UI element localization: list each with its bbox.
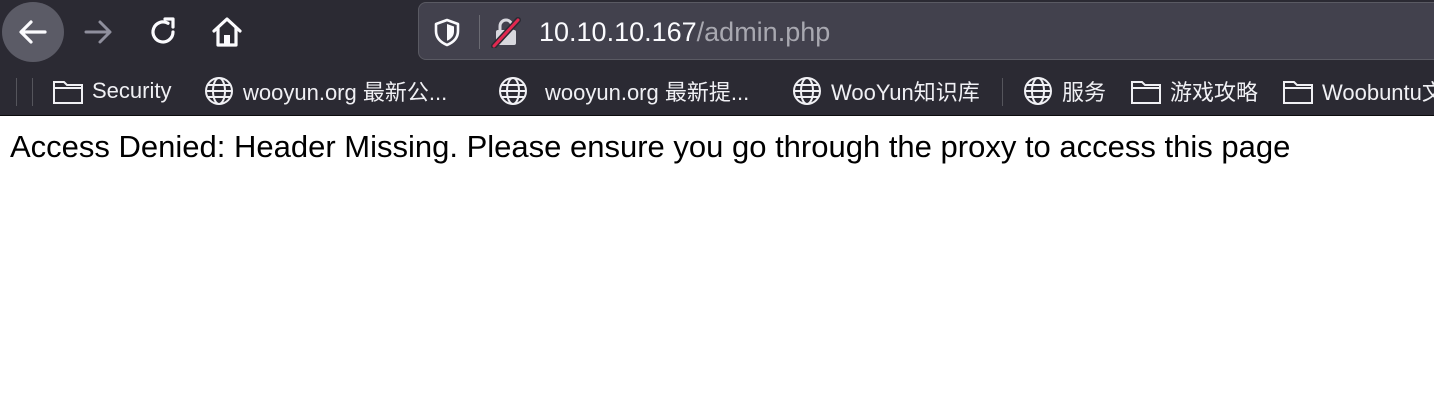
globe-icon — [1024, 77, 1052, 105]
address-bar[interactable]: 10.10.10.167/admin.php — [418, 2, 1434, 60]
bookmark-services[interactable]: 服务 — [1022, 76, 1106, 106]
bookmarks-separator — [32, 78, 33, 106]
bookmark-label: 服务 — [1062, 80, 1107, 105]
bookmark-wooyun-latest-public[interactable]: wooyun.org 最新公... — [203, 76, 447, 106]
bookmark-label: wooyun.org 最新公... — [243, 80, 448, 105]
bookmark-folder-security[interactable]: Security — [52, 76, 171, 106]
bookmark-wooyun-latest-submit[interactable]: wooyun.org 最新提... — [497, 76, 749, 106]
urlbar-separator — [479, 15, 480, 49]
forward-button[interactable] — [72, 0, 126, 64]
browser-toolbar: 10.10.10.167/admin.php — [0, 0, 1434, 66]
home-button[interactable] — [200, 0, 254, 64]
tracking-shield-icon[interactable] — [433, 17, 461, 47]
url-host: 10.10.10.167 — [539, 17, 697, 47]
insecure-lock-icon[interactable] — [491, 16, 521, 48]
bookmarks-separator — [16, 78, 17, 106]
bookmark-label: Woobuntu文 — [1322, 80, 1434, 105]
folder-icon — [53, 81, 83, 104]
bookmark-folder-woobuntu[interactable]: Woobuntu文 — [1282, 76, 1434, 106]
bookmarks-separator — [1002, 78, 1003, 106]
bookmarks-toolbar: Security wooyun.org 最新公... wooyun.org 最新… — [0, 66, 1434, 116]
globe-icon — [205, 77, 233, 105]
globe-icon — [499, 77, 527, 105]
back-button[interactable] — [2, 2, 64, 62]
reload-button[interactable] — [136, 0, 190, 64]
url-text[interactable]: 10.10.10.167/admin.php — [539, 17, 830, 47]
folder-icon — [1131, 81, 1161, 104]
arrow-right-icon — [84, 20, 112, 44]
folder-icon — [1283, 81, 1313, 104]
arrow-left-icon — [19, 20, 47, 44]
bookmark-label: 游戏攻略 — [1170, 80, 1259, 105]
bookmark-label: Security — [92, 78, 172, 103]
bookmark-label: wooyun.org 最新提... — [545, 80, 750, 105]
page-message: Access Denied: Header Missing. Please en… — [10, 129, 1291, 164]
bookmark-label: WooYun知识库 — [831, 80, 980, 105]
reload-icon — [151, 17, 175, 44]
bookmark-folder-game-guides[interactable]: 游戏攻略 — [1130, 76, 1258, 106]
bookmark-wooyun-knowledge[interactable]: WooYun知识库 — [791, 76, 980, 106]
globe-icon — [793, 77, 821, 105]
url-path: /admin.php — [696, 17, 831, 47]
home-icon — [212, 17, 242, 47]
